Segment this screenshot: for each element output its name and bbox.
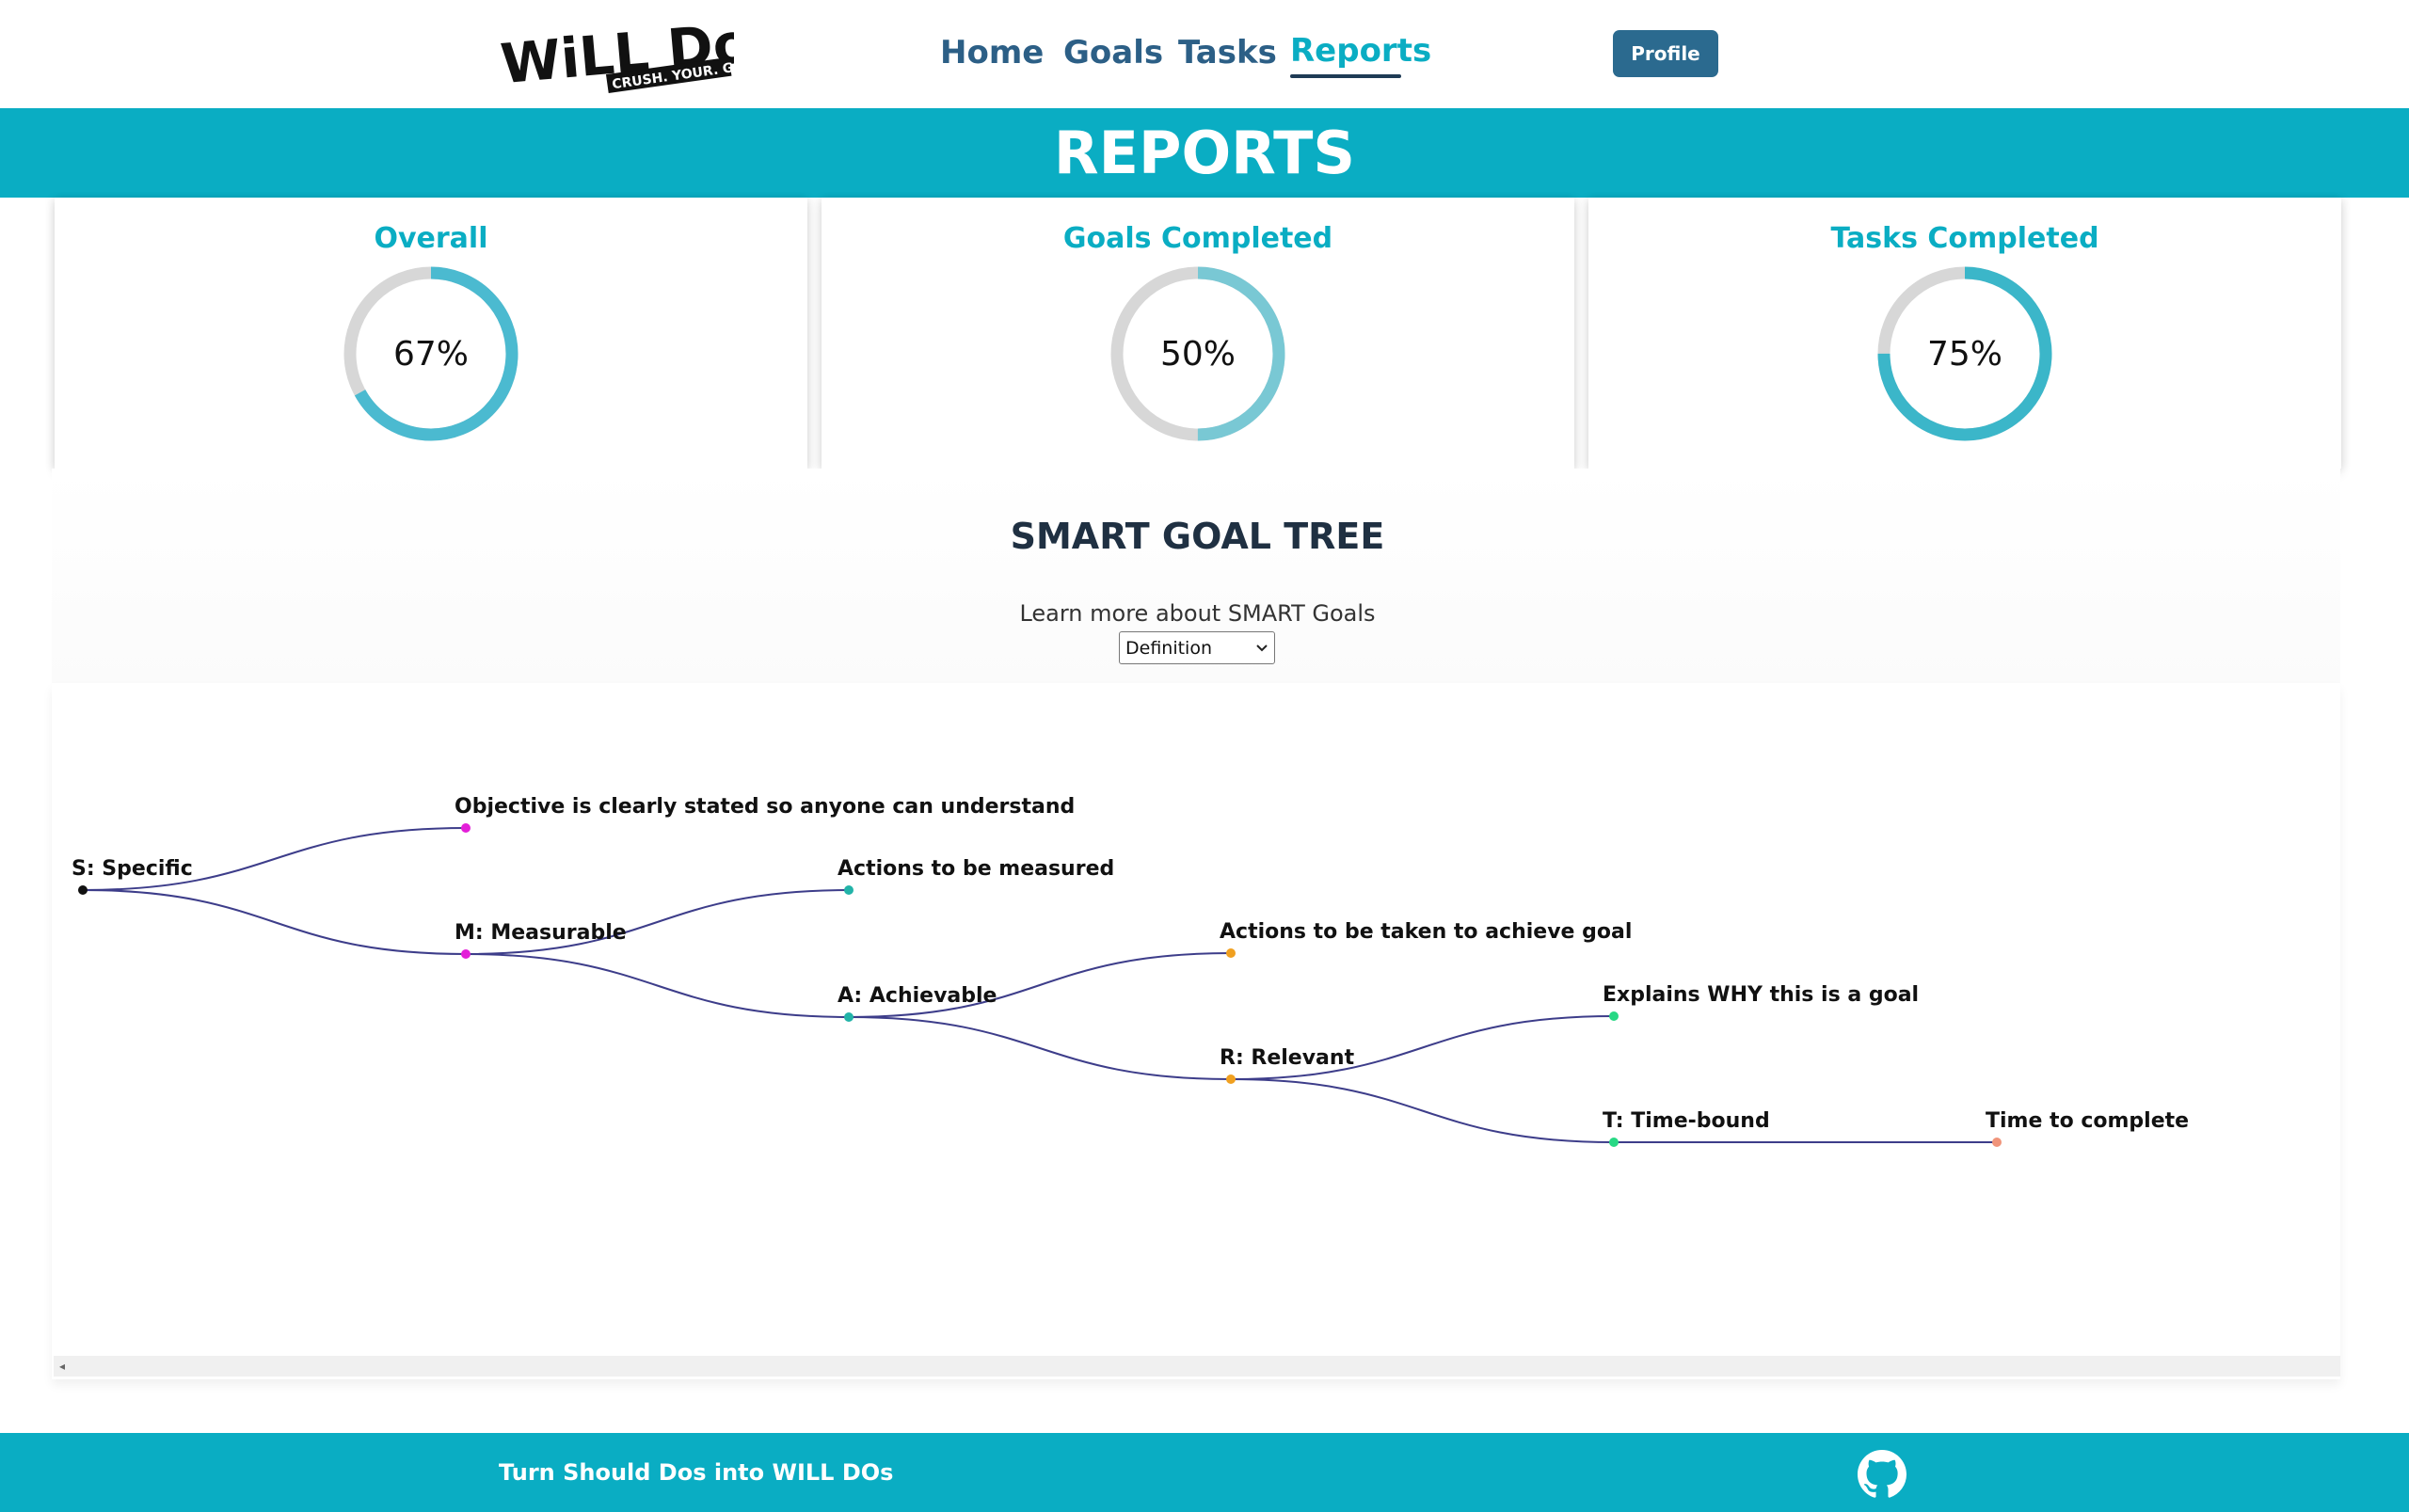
page-banner: REPORTS: [0, 108, 2409, 198]
tree-horizontal-scrollbar[interactable]: ◂: [54, 1356, 2340, 1377]
node-time-bound-label: T: Time-bound: [1603, 1109, 1770, 1133]
overall-card: Overall 67%: [55, 198, 807, 469]
node-relevant-detail-label: Explains WHY this is a goal: [1603, 983, 1919, 1007]
node-measurable-detail-label: Actions to be measured: [838, 857, 1114, 881]
github-icon[interactable]: [1858, 1450, 1906, 1499]
overall-title: Overall: [374, 222, 488, 255]
smart-tree-panel: S: Specific Objective is clearly stated s…: [52, 683, 2340, 1379]
node-specific-label: S: Specific: [72, 857, 193, 881]
node-specific-dot[interactable]: [78, 885, 88, 895]
overall-percent: 67%: [392, 334, 469, 374]
nav-goals-link[interactable]: Goals: [1063, 34, 1163, 72]
chevron-down-icon: [1256, 644, 1268, 651]
tasks-progress-ring: 75%: [1871, 260, 2059, 448]
tasks-percent: 75%: [1926, 334, 2002, 374]
smart-tree-diagram: S: Specific Objective is clearly stated s…: [72, 795, 2189, 1147]
tree-link: [848, 1016, 1232, 1080]
node-achievable-detail-label: Actions to be taken to achieve goal: [1220, 920, 1632, 944]
node-achievable-label: A: Achievable: [838, 984, 997, 1008]
smart-info-select[interactable]: Definition: [1119, 631, 1275, 664]
page-title: REPORTS: [1053, 119, 1356, 187]
nav-reports-link[interactable]: Reports: [1290, 32, 1431, 70]
node-specific-detail[interactable]: Objective is clearly stated so anyone ca…: [455, 795, 1075, 833]
tree-link: [1230, 1078, 1615, 1143]
node-measurable-detail[interactable]: Actions to be measured: [838, 857, 1114, 895]
profile-button[interactable]: Profile: [1613, 30, 1718, 77]
node-achievable-dot[interactable]: [844, 1012, 854, 1022]
scroll-left-arrow-icon[interactable]: ◂: [59, 1360, 65, 1373]
overall-progress-ring: 67%: [337, 260, 525, 448]
node-measurable-detail-dot[interactable]: [844, 885, 854, 895]
smart-goal-tree-title: SMART GOAL TREE: [1010, 516, 1385, 557]
page-footer: Turn Should Dos into WILL DOs: [0, 1433, 2409, 1512]
tree-link: [82, 889, 467, 955]
tree-link: [465, 953, 850, 1018]
node-achievable-detail[interactable]: Actions to be taken to achieve goal: [1220, 920, 1632, 958]
top-navbar: WiLL Do CRUSH. YOUR. GOALS. Home Goals T…: [0, 0, 2409, 108]
active-nav-underline: [1290, 74, 1401, 78]
node-achievable-detail-dot[interactable]: [1226, 948, 1236, 958]
smart-learn-more-text: Learn more about SMART Goals: [1019, 600, 1376, 627]
goals-completed-title: Goals Completed: [1062, 222, 1333, 255]
goals-percent: 50%: [1159, 334, 1236, 374]
goals-progress-ring: 50%: [1104, 260, 1292, 448]
node-specific-detail-dot[interactable]: [461, 823, 471, 833]
node-relevant-detail[interactable]: Explains WHY this is a goal: [1603, 983, 1919, 1021]
smart-select-value: Definition: [1125, 637, 1213, 659]
tasks-completed-title: Tasks Completed: [1830, 222, 2099, 255]
tasks-completed-card: Tasks Completed 75%: [1588, 198, 2341, 469]
node-specific-detail-label: Objective is clearly stated so anyone ca…: [455, 795, 1075, 819]
nav-tasks-link[interactable]: Tasks: [1178, 34, 1277, 72]
node-time-bound-detail[interactable]: Time to complete: [1986, 1109, 2189, 1147]
node-time-bound-detail-label: Time to complete: [1986, 1109, 2189, 1133]
willdo-logo[interactable]: WiLL Do CRUSH. YOUR. GOALS.: [499, 19, 734, 94]
footer-tagline: Turn Should Dos into WILL DOs: [499, 1459, 894, 1486]
node-relevant-label: R: Relevant: [1220, 1046, 1355, 1070]
node-relevant-detail-dot[interactable]: [1609, 1011, 1619, 1021]
node-measurable-label: M: Measurable: [455, 921, 627, 945]
node-time-bound-detail-dot[interactable]: [1992, 1138, 2002, 1147]
nav-home-link[interactable]: Home: [940, 34, 1044, 72]
node-time-bound-dot[interactable]: [1609, 1138, 1619, 1147]
goals-completed-card: Goals Completed 50%: [822, 198, 1574, 469]
node-relevant-dot[interactable]: [1226, 1074, 1236, 1084]
node-measurable-dot[interactable]: [461, 949, 471, 959]
